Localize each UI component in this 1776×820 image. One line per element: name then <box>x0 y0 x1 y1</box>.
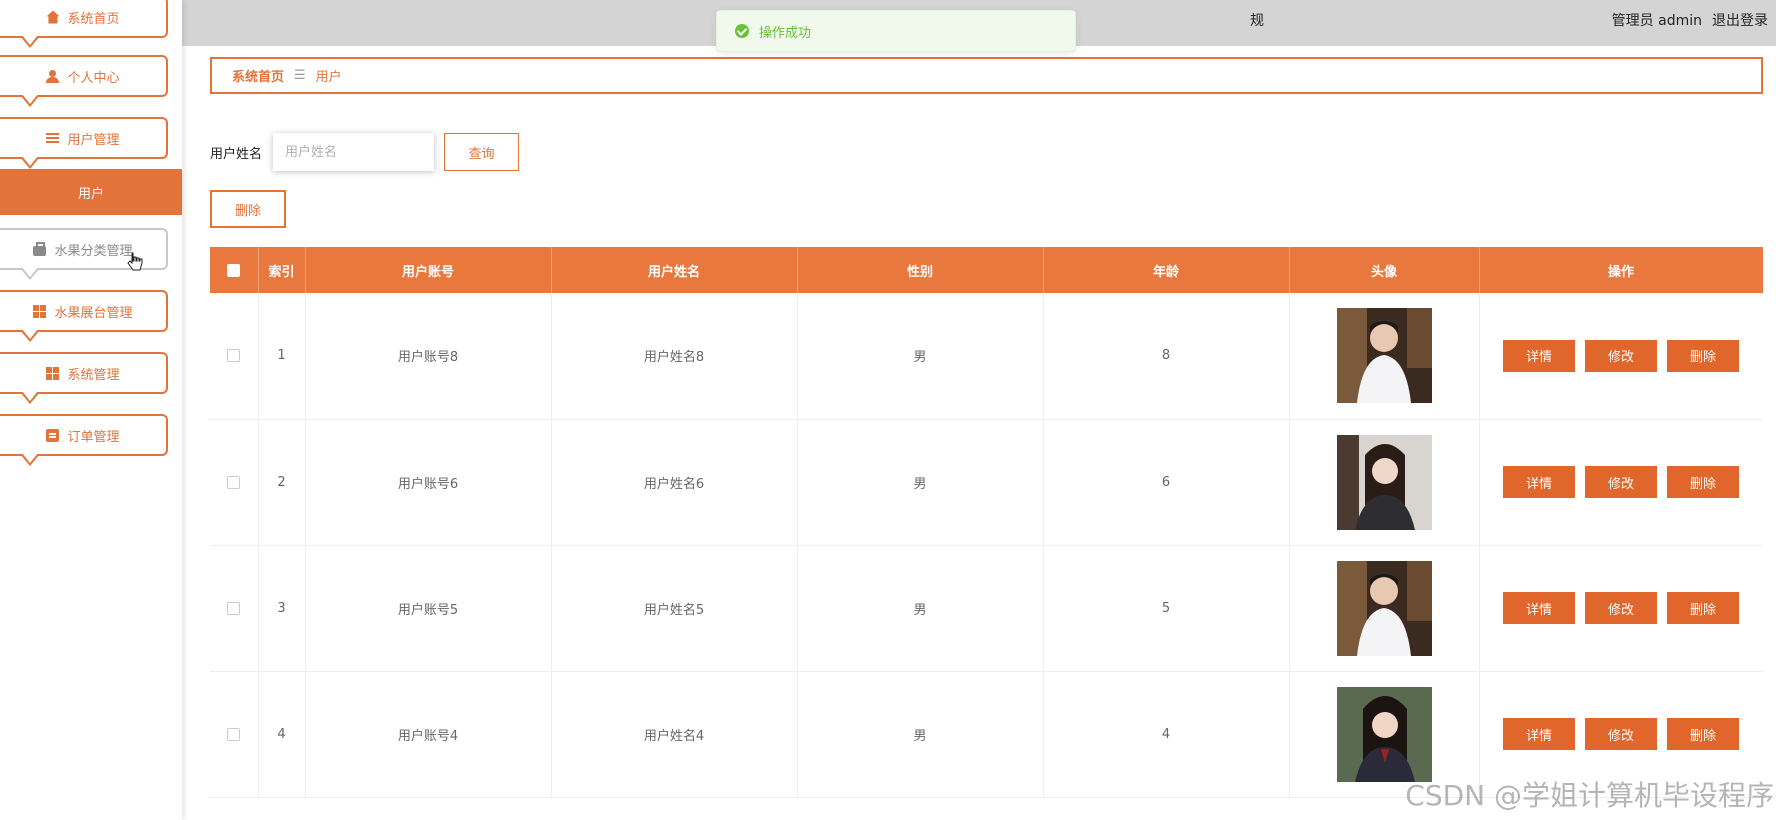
select-all-cell[interactable] <box>210 247 259 293</box>
row-checkbox[interactable] <box>227 349 241 363</box>
cell-name: 用户姓名5 <box>551 545 798 672</box>
search-input[interactable] <box>273 133 434 171</box>
briefcase-icon <box>33 241 47 256</box>
sidebar-item-label: 水果分类管理 <box>54 243 133 259</box>
cell-gender: 男 <box>797 545 1044 672</box>
batch-delete-button[interactable]: 删除 <box>210 190 286 228</box>
cell-index: 2 <box>258 419 306 546</box>
cell-age: 4 <box>1043 671 1290 798</box>
user-role: 管理员 admin <box>1611 13 1702 29</box>
detail-button[interactable]: 详情 <box>1503 339 1575 372</box>
app: 系统首页 个人中心 用户管理 用户 水果分类管理 水果展台管理 系统管理 订单管… <box>0 0 1776 820</box>
header-index: 索引 <box>258 247 306 293</box>
sidebar: 系统首页 个人中心 用户管理 用户 水果分类管理 水果展台管理 系统管理 订单管… <box>0 0 182 820</box>
cell-name: 用户姓名6 <box>551 419 798 546</box>
sidebar-item-orders[interactable]: 订单管理 <box>0 414 168 466</box>
cell-gender: 男 <box>797 293 1044 420</box>
edit-button[interactable]: 修改 <box>1585 466 1657 498</box>
header-account: 用户账号 <box>305 247 552 293</box>
hand-cursor-icon <box>127 252 143 271</box>
cell-account: 用户账号6 <box>305 419 552 546</box>
watermark: CSDN @学姐计算机毕设程序 <box>1405 779 1774 812</box>
sidebar-item-home[interactable]: 系统首页 <box>0 0 168 48</box>
delete-button[interactable]: 删除 <box>1667 592 1739 624</box>
logout-link[interactable]: 退出登录 <box>1712 10 1768 30</box>
cell-gender: 男 <box>797 419 1044 546</box>
table-row: 3 用户账号5 用户姓名5 男 5 详情 修改 删除 <box>210 545 1763 672</box>
success-toast: 操作成功 <box>716 10 1076 52</box>
sidebar-subitem-users[interactable]: 用户 <box>0 169 182 215</box>
header-age: 年龄 <box>1043 247 1290 293</box>
header-gender: 性别 <box>797 247 1044 293</box>
cell-age: 8 <box>1043 293 1290 420</box>
header-name: 用户姓名 <box>551 247 798 293</box>
grid-icon <box>33 304 47 318</box>
breadcrumb-current: 用户 <box>315 70 342 85</box>
edit-button[interactable]: 修改 <box>1585 718 1657 750</box>
home-icon <box>46 10 60 24</box>
row-checkbox[interactable] <box>227 727 241 741</box>
delete-button[interactable]: 删除 <box>1667 718 1739 750</box>
cell-age: 6 <box>1043 419 1290 546</box>
edit-button[interactable]: 修改 <box>1585 592 1657 624</box>
delete-button[interactable]: 删除 <box>1667 466 1739 498</box>
list-icon <box>46 133 60 143</box>
detail-button[interactable]: 详情 <box>1503 718 1575 750</box>
header-avatar: 头像 <box>1289 247 1480 293</box>
detail-button[interactable]: 详情 <box>1503 466 1575 498</box>
query-button[interactable]: 查询 <box>444 133 519 171</box>
row-checkbox[interactable] <box>227 475 241 489</box>
sidebar-item-profile[interactable]: 个人中心 <box>0 55 168 107</box>
cell-index: 3 <box>258 545 306 672</box>
cell-account: 用户账号5 <box>305 545 552 672</box>
sidebar-subitem-label: 用户 <box>77 186 104 202</box>
edit-button[interactable]: 修改 <box>1585 339 1657 372</box>
cell-account: 用户账号4 <box>305 671 552 798</box>
select-all-checkbox[interactable] <box>227 263 241 277</box>
table-header-row: 索引 用户账号 用户姓名 性别 年龄 头像 操作 <box>210 247 1763 293</box>
cell-account: 用户账号8 <box>305 293 552 420</box>
breadcrumb: 系统首页 ☰ 用户 <box>210 57 1763 94</box>
breadcrumb-separator: ☰ <box>294 68 306 83</box>
grid-icon <box>46 366 60 380</box>
sidebar-item-label: 个人中心 <box>67 70 120 86</box>
table-row: 2 用户账号6 用户姓名6 男 6 详情 修改 删除 <box>210 419 1763 546</box>
sidebar-item-label: 系统管理 <box>67 367 120 383</box>
sidebar-item-label: 水果展台管理 <box>54 305 133 321</box>
sidebar-item-system[interactable]: 系统管理 <box>0 352 168 404</box>
cell-index: 1 <box>258 293 306 420</box>
cell-index: 4 <box>258 671 306 798</box>
avatar-image <box>1336 560 1432 656</box>
sidebar-item-user-management[interactable]: 用户管理 <box>0 117 168 169</box>
cell-gender: 男 <box>797 671 1044 798</box>
cell-name: 用户姓名8 <box>551 293 798 420</box>
sidebar-item-label: 用户管理 <box>67 132 120 148</box>
avatar-image <box>1336 308 1432 404</box>
header-ops: 操作 <box>1479 247 1763 293</box>
row-checkbox[interactable] <box>227 601 241 615</box>
check-circle-icon <box>735 24 749 38</box>
sidebar-item-label: 系统首页 <box>67 11 120 27</box>
user-area: 管理员 admin 退出登录 <box>1612 10 1768 30</box>
avatar-image <box>1336 686 1432 782</box>
sidebar-item-fruit-showcase[interactable]: 水果展台管理 <box>0 290 168 342</box>
detail-button[interactable]: 详情 <box>1503 592 1575 624</box>
clipboard-icon <box>46 428 60 442</box>
cell-name: 用户姓名4 <box>551 671 798 798</box>
cell-age: 5 <box>1043 545 1290 672</box>
table-row: 1 用户账号8 用户姓名8 男 8 详情 修改 删除 <box>210 293 1763 420</box>
breadcrumb-home[interactable]: 系统首页 <box>232 66 284 85</box>
user-table: 索引 用户账号 用户姓名 性别 年龄 头像 操作 1 用户账号8 用户姓名8 男… <box>210 247 1763 820</box>
search-label: 用户姓名 <box>210 147 263 162</box>
user-icon <box>46 69 60 83</box>
avatar-image <box>1336 434 1432 530</box>
toast-message: 操作成功 <box>759 25 812 41</box>
delete-button[interactable]: 删除 <box>1667 339 1739 372</box>
sidebar-item-label: 订单管理 <box>67 429 120 445</box>
site-title-fragment: 规 <box>1250 13 1264 29</box>
